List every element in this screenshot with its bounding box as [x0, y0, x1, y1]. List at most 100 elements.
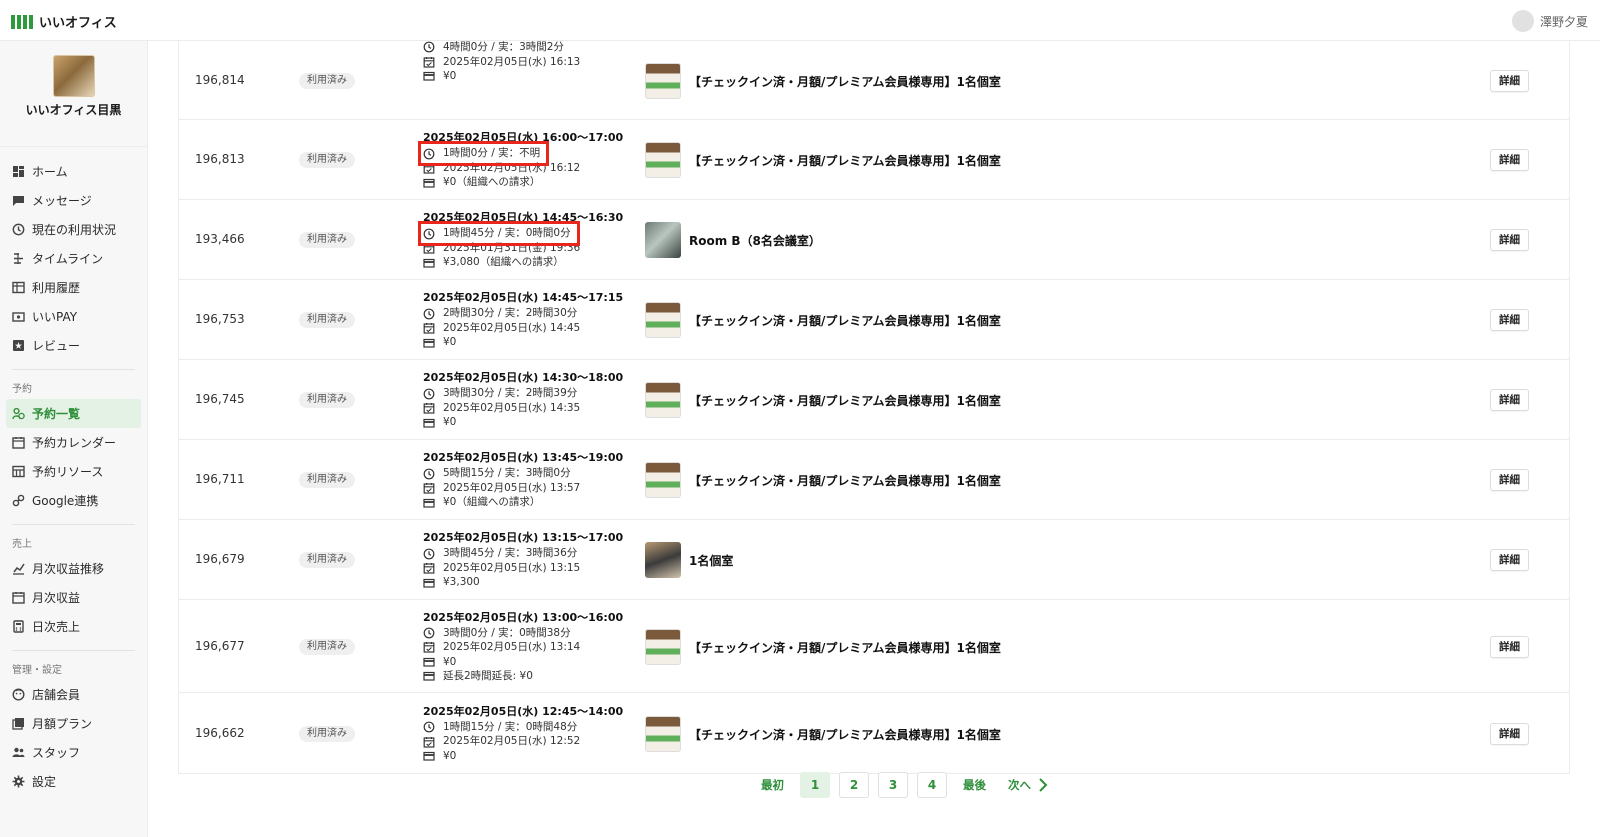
sidebar-nav: 店舗会員 月額プランスタッフ設定 [0, 680, 147, 796]
calendar-check-icon [423, 162, 439, 174]
room-name[interactable]: 【チェックイン済・月額/プレミアム会員様専用】1名個室 [689, 152, 1001, 169]
sidebar-item-plan[interactable]: 月額プラン [0, 709, 147, 738]
clock-icon [423, 388, 439, 400]
booked-at-line: 2025年02月05日(水) 13:14 [423, 640, 633, 655]
price-line-text: ¥0 [443, 749, 457, 762]
avatar[interactable] [1511, 10, 1534, 32]
sidebar-divider [12, 650, 135, 651]
sidebar-item-message[interactable]: メッセージ [0, 186, 147, 215]
booked-at-line: 2025年02月05日(水) 12:52 [423, 734, 633, 749]
duration-line-text: 5時間15分 / 実：3時間0分 [443, 467, 571, 480]
duration-line-text: 1時間15分 / 実：0時間48分 [443, 720, 578, 733]
duration-line-text: 3時間0分 / 実：0時間38分 [443, 626, 571, 639]
room-name[interactable]: 【チェックイン済・月額/プレミアム会員様専用】1名個室 [689, 392, 1001, 409]
reservation-id: 196,677 [195, 638, 245, 653]
sidebar-item-label: ホーム [32, 165, 68, 179]
room-thumbnail[interactable] [645, 222, 681, 258]
detail-button[interactable]: 詳細 [1490, 722, 1529, 745]
room-thumbnail[interactable] [645, 382, 681, 418]
room-name[interactable]: 【チェックイン済・月額/プレミアム会員様専用】1名個室 [689, 726, 1001, 743]
duration-line: 4時間0分 / 実：3時間2分 [423, 40, 633, 55]
reservation-id: 196,679 [195, 552, 245, 566]
room-thumbnail[interactable] [645, 715, 681, 752]
app-name: いいオフィス [39, 16, 117, 31]
duration-line: 1時間15分 / 実：0時間48分 [423, 720, 633, 735]
pagination-first[interactable]: 最初 [755, 777, 790, 793]
sidebar-item-resource[interactable]: 予約リソース [0, 457, 147, 486]
room-name[interactable]: Room B（8名会議室） [689, 232, 821, 249]
reservation-id: 196,753 [195, 312, 245, 326]
duration-line-text: 3時間45分 / 実：3時間36分 [443, 547, 578, 560]
credit-card-icon [423, 656, 439, 668]
detail-button[interactable]: 詳細 [1490, 389, 1529, 411]
sidebar-item-label: スタッフ [32, 746, 81, 760]
sidebar-item-calendar[interactable]: 月次収益 [0, 583, 147, 612]
room-name[interactable]: 【チェックイン済・月額/プレミアム会員様専用】1名個室 [689, 639, 1001, 656]
sidebar-item-clock[interactable]: 現在の利用状況 [0, 215, 147, 244]
sidebar-item-wallet[interactable]: いいPAY [0, 302, 147, 331]
status-badge: 利用済み [299, 232, 355, 248]
top-bar: いいオフィス 澤野夕夏 [0, 0, 1600, 41]
app-logo[interactable]: いいオフィス [11, 12, 117, 31]
sidebar-item-reservation-list[interactable]: 予約一覧 [6, 399, 141, 428]
status-badge: 利用済み [299, 392, 355, 408]
pagination-page[interactable]: 3 [878, 772, 908, 798]
sidebar-divider [12, 524, 135, 525]
sidebar-item-calculator[interactable]: 日次売上 [0, 612, 147, 641]
sidebar-item-label: 利用履歴 [32, 281, 81, 295]
sidebar-item-dashboard[interactable]: ホーム [0, 157, 147, 186]
room-name[interactable]: 1名個室 [689, 552, 733, 569]
detail-button[interactable]: 詳細 [1490, 309, 1529, 331]
credit-card-icon [423, 497, 439, 509]
extension-line-text: 延長2時間延長: ¥0 [443, 670, 533, 682]
room-name[interactable]: 【チェックイン済・月額/プレミアム会員様専用】1名個室 [689, 312, 1001, 329]
detail-button[interactable]: 詳細 [1490, 149, 1529, 171]
pagination-last[interactable]: 最後 [957, 777, 992, 793]
price-line-text: ¥3,300 [443, 576, 480, 589]
room-thumbnail[interactable] [645, 302, 681, 338]
sidebar-divider [12, 369, 135, 370]
room-thumbnail[interactable] [645, 62, 681, 99]
room-thumbnail[interactable] [645, 542, 681, 578]
message-icon [12, 194, 25, 207]
detail-button[interactable]: 詳細 [1490, 69, 1529, 92]
booked-at-line: 2025年02月05日(水) 13:57 [423, 481, 633, 496]
pagination-page[interactable]: 1 [800, 772, 830, 798]
shop-header: いいオフィス目黒 [0, 55, 147, 147]
pagination-page[interactable]: 2 [839, 772, 869, 798]
pagination-page[interactable]: 4 [917, 772, 947, 798]
sidebar-item-timeline[interactable]: タイムライン [0, 244, 147, 273]
detail-button[interactable]: 詳細 [1490, 635, 1529, 658]
room-name[interactable]: 【チェックイン済・月額/プレミアム会員様専用】1名個室 [689, 472, 1001, 489]
booked-at-line-text: 2025年02月05日(水) 13:15 [443, 561, 581, 574]
sidebar-item-calendar[interactable]: 予約カレンダー [0, 428, 147, 457]
extension-line: 延長2時間延長: ¥0 [423, 669, 633, 684]
status-badge: 利用済み [299, 552, 355, 568]
clock-icon [423, 41, 439, 53]
sidebar-item-star[interactable]: レビュー [0, 331, 147, 360]
timeline-icon [12, 252, 25, 265]
shop-name: いいオフィス目黒 [25, 103, 122, 117]
detail-button[interactable]: 詳細 [1490, 229, 1529, 251]
sidebar-item-member[interactable]: 店舗会員 [0, 680, 147, 709]
sidebar-item-link[interactable]: Google連携 [0, 486, 147, 515]
detail-button[interactable]: 詳細 [1490, 469, 1529, 491]
sidebar-item-gear[interactable]: 設定 [0, 767, 147, 796]
detail-button[interactable]: 詳細 [1490, 549, 1529, 571]
room-thumbnail[interactable] [645, 462, 681, 498]
clock-icon [423, 548, 439, 560]
sidebar-item-table[interactable]: 利用履歴 [0, 273, 147, 302]
sidebar-item-staff[interactable]: スタッフ [0, 738, 147, 767]
room-name[interactable]: 【チェックイン済・月額/プレミアム会員様専用】1名個室 [689, 73, 1001, 90]
reservation-id: 196,711 [195, 472, 245, 486]
user-menu[interactable]: 澤野夕夏 [1511, 10, 1588, 32]
table-row: 196,814 利用済み 4時間0分 / 実：3時間2分 2025年02月05日(水)… [179, 41, 1569, 120]
pagination-next[interactable]: 次へ [1002, 777, 1055, 793]
price-line: ¥3,300 [423, 575, 633, 590]
logo-mark-icon [11, 14, 33, 29]
status-badge: 利用済み [299, 472, 355, 488]
room-thumbnail[interactable] [645, 142, 681, 178]
room-thumbnail[interactable] [645, 628, 681, 665]
sidebar-item-chart[interactable]: 月次収益推移 [0, 554, 147, 583]
booked-at-line-text: 2025年02月05日(水) 14:35 [443, 401, 581, 414]
